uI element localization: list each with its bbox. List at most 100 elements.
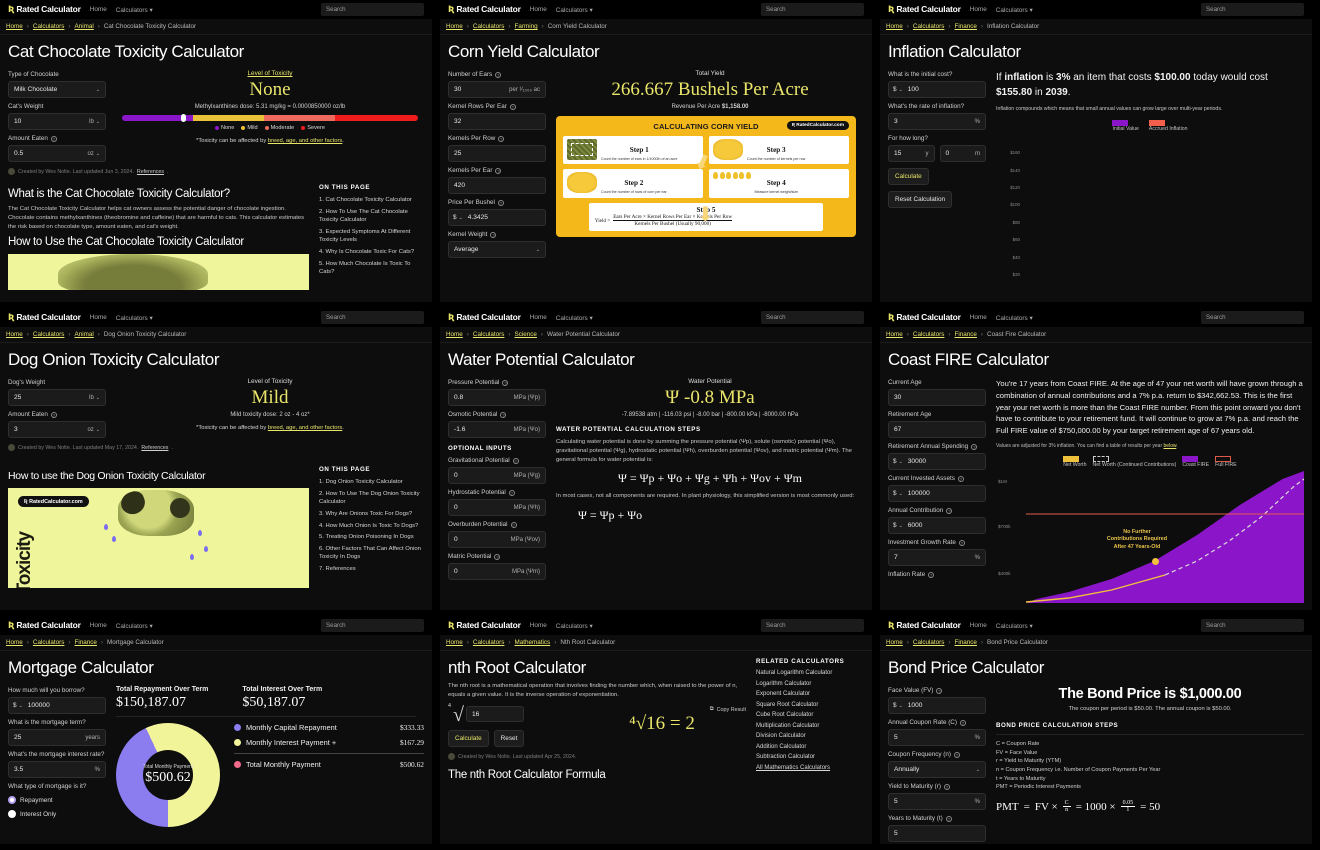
breadcrumb-item[interactable]: Home [446, 331, 463, 338]
site-brand[interactable]: Ʀ Rated Calculator [448, 620, 521, 631]
radio-interest-only[interactable]: Interest Only [8, 810, 106, 818]
help-icon[interactable]: ? [495, 71, 502, 78]
breadcrumb-item[interactable]: Finance [955, 639, 977, 646]
toc-item[interactable]: 5. Treating Onion Poisoning In Dogs [319, 533, 424, 541]
below-link[interactable]: below [1164, 443, 1177, 449]
help-icon[interactable]: ? [512, 457, 519, 464]
breadcrumb-item[interactable]: Calculators [913, 23, 945, 30]
help-icon[interactable]: ? [954, 751, 961, 758]
breadcrumb-item[interactable]: Calculators [473, 331, 505, 338]
growth-rate-input[interactable]: 7% [888, 549, 986, 566]
toc-item[interactable]: 1. Dog Onion Toxicity Calculator [319, 478, 424, 486]
breadcrumb-item[interactable]: Home [6, 331, 23, 338]
site-brand[interactable]: Ʀ Rated Calculator [448, 4, 521, 15]
help-icon[interactable]: ? [497, 199, 504, 206]
hydrostatic-potential-input[interactable]: 0 MPa (Ψh) [448, 499, 546, 516]
calculate-button[interactable]: Calculate [448, 730, 489, 748]
site-brand[interactable]: Ʀ Rated Calculator [8, 620, 81, 631]
help-icon[interactable]: ? [510, 521, 517, 528]
kernels-per-ear-input[interactable]: 420 [448, 177, 546, 194]
search-input[interactable]: Search [1201, 311, 1304, 324]
radio-repayment[interactable]: Repayment [8, 796, 106, 804]
nav-calculators[interactable]: Calculators ▾ [556, 622, 593, 630]
coupon-frequency-select[interactable]: Annually ⌄ [888, 761, 986, 778]
help-icon[interactable]: ? [946, 507, 953, 514]
help-icon[interactable]: ? [958, 539, 965, 546]
related-link[interactable]: Natural Logarithm Calculator [756, 670, 864, 676]
calculate-button[interactable]: Calculate [888, 168, 929, 185]
nav-home[interactable]: Home [90, 314, 107, 321]
nav-calculators[interactable]: Calculators ▾ [556, 314, 593, 322]
related-link[interactable]: Square Root Calculator [756, 702, 864, 708]
nav-calculators[interactable]: Calculators ▾ [116, 622, 153, 630]
overburden-potential-input[interactable]: 0 MPa (Ψov) [448, 531, 546, 548]
pressure-potential-input[interactable]: 0.8 MPa (Ψp) [448, 389, 546, 406]
dog-weight-input[interactable]: 25 lb ⌄ [8, 389, 106, 406]
site-brand[interactable]: Ʀ Rated Calculator [888, 620, 961, 631]
help-icon[interactable]: ? [957, 475, 964, 482]
breadcrumb-item[interactable]: Calculators [913, 331, 945, 338]
site-brand[interactable]: Ʀ Rated Calculator [888, 312, 961, 323]
site-brand[interactable]: Ʀ Rated Calculator [8, 4, 81, 15]
breadcrumb-item[interactable]: Animal [75, 23, 94, 30]
breadcrumb-item[interactable]: Calculators [473, 23, 505, 30]
toc-item[interactable]: 7. References [319, 565, 424, 573]
breadcrumb-item[interactable]: Finance [955, 23, 977, 30]
nav-calculators[interactable]: Calculators ▾ [996, 622, 1033, 630]
kernel-weight-select[interactable]: Average ⌄ [448, 241, 546, 258]
copy-result-button[interactable]: ⧉ Copy Result [578, 706, 746, 713]
radicand-input[interactable]: 16 [465, 706, 524, 723]
breadcrumb-item[interactable]: Home [886, 639, 903, 646]
gravitational-potential-input[interactable]: 0 MPa (Ψg) [448, 467, 546, 484]
nav-home[interactable]: Home [970, 6, 987, 13]
help-icon[interactable]: ? [508, 489, 515, 496]
nav-calculators[interactable]: Calculators ▾ [116, 6, 153, 14]
toc-item[interactable]: 3. Why Are Onions Toxic For Dogs? [319, 510, 424, 518]
help-icon[interactable]: ? [943, 783, 950, 790]
breadcrumb-item[interactable]: Finance [75, 639, 97, 646]
breadcrumb-item[interactable]: Calculators [33, 331, 65, 338]
search-input[interactable]: Search [321, 619, 424, 632]
breadcrumb-item[interactable]: Home [446, 23, 463, 30]
nav-home[interactable]: Home [90, 6, 107, 13]
related-link[interactable]: Cube Root Calculator [756, 712, 864, 718]
site-brand[interactable]: Ʀ Rated Calculator [888, 4, 961, 15]
toc-item[interactable]: 2. How To Use The Dog Onion Toxicity Cal… [319, 490, 424, 507]
search-input[interactable]: Search [321, 311, 424, 324]
search-input[interactable]: Search [761, 311, 864, 324]
related-link[interactable]: Addition Calculator [756, 744, 864, 750]
initial-cost-input[interactable]: $ ⌄ 100 [888, 81, 986, 98]
breadcrumb-item[interactable]: Calculators [913, 639, 945, 646]
breadcrumb-item[interactable]: Farming [515, 23, 538, 30]
breadcrumb-item[interactable]: Home [446, 639, 463, 646]
breadcrumb-item[interactable]: Science [515, 331, 537, 338]
help-icon[interactable]: ? [495, 167, 502, 174]
years-input[interactable]: 15 y [888, 145, 935, 162]
help-icon[interactable]: ? [959, 719, 966, 726]
related-link[interactable]: Subtraction Calculator [756, 754, 864, 760]
help-icon[interactable]: ? [928, 571, 935, 578]
toc-item[interactable]: 4. Why Is Chocolate Toxic For Cats? [319, 248, 424, 256]
inflation-rate-input[interactable]: 3% [888, 113, 986, 130]
nav-home[interactable]: Home [970, 622, 987, 629]
breadcrumb-item[interactable]: Home [886, 23, 903, 30]
kernel-rows-input[interactable]: 32 [448, 113, 546, 130]
breadcrumb-item[interactable]: Home [6, 639, 23, 646]
breadcrumb-item[interactable]: Calculators [473, 639, 505, 646]
toc-item[interactable]: 1. Cat Chocolate Toxicity Calculator [319, 196, 424, 204]
nav-home[interactable]: Home [970, 314, 987, 321]
toc-item[interactable]: 5. How Much Chocolate Is Toxic To Cats? [319, 260, 424, 277]
related-link[interactable]: Logarithm Calculator [756, 681, 864, 687]
help-icon[interactable]: ? [502, 379, 509, 386]
site-brand[interactable]: Ʀ Rated Calculator [448, 312, 521, 323]
current-age-input[interactable]: 30 [888, 389, 986, 406]
breadcrumb-item[interactable]: Mathematics [515, 639, 551, 646]
related-link[interactable]: Division Calculator [756, 733, 864, 739]
chocolate-type-select[interactable]: Milk Chocolate ⌄ [8, 81, 106, 98]
toc-item[interactable]: 2. How To Use The Cat Chocolate Toxicity… [319, 208, 424, 225]
nav-home[interactable]: Home [530, 6, 547, 13]
footnote-link[interactable]: breed, age, and other factors [268, 425, 342, 431]
search-input[interactable]: Search [1201, 3, 1304, 16]
years-to-maturity-input[interactable]: 5 [888, 825, 986, 842]
help-icon[interactable]: ? [945, 815, 952, 822]
